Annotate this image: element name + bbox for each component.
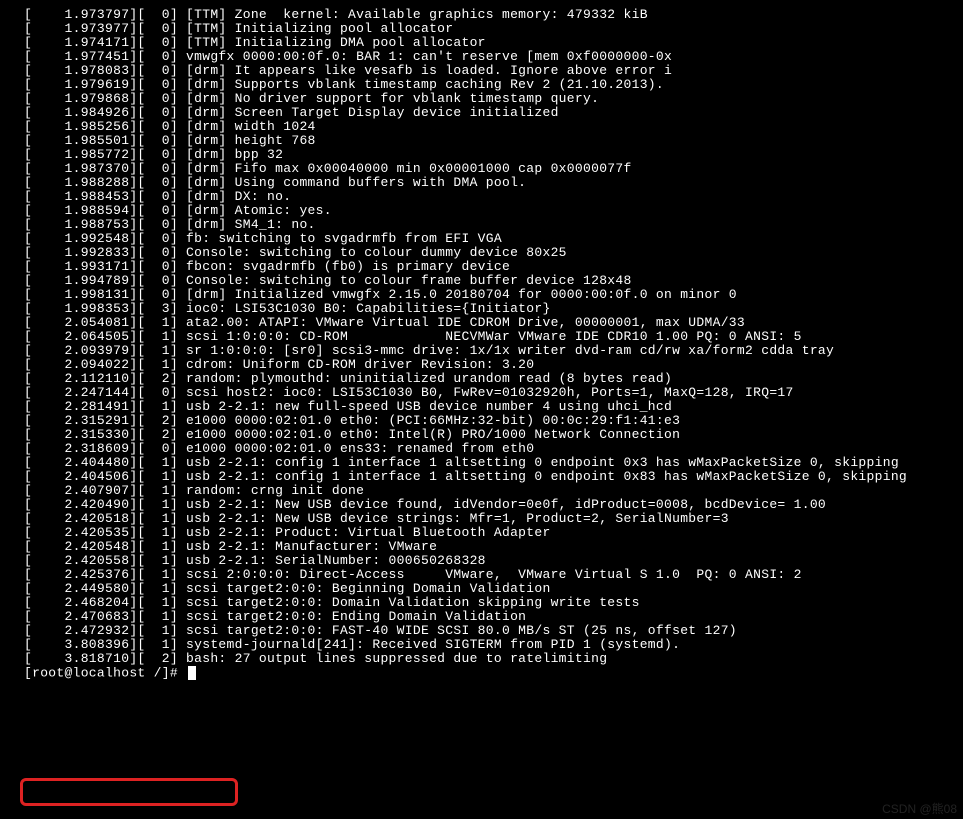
log-line: [ 2.470683][ 1] scsi target2:0:0: Ending… [24,610,963,624]
log-line: [ 2.449580][ 1] scsi target2:0:0: Beginn… [24,582,963,596]
log-line: [ 2.247144][ 0] scsi host2: ioc0: LSI53C… [24,386,963,400]
log-line: [ 1.979868][ 0] [drm] No driver support … [24,92,963,106]
log-line: [ 1.998353][ 3] ioc0: LSI53C1030 B0: Cap… [24,302,963,316]
prompt-text: [root@localhost /]# [24,665,186,680]
log-line: [ 3.808396][ 1] systemd-journald[241]: R… [24,638,963,652]
log-line: [ 2.472932][ 1] scsi target2:0:0: FAST-4… [24,624,963,638]
log-line: [ 2.281491][ 1] usb 2-2.1: new full-spee… [24,400,963,414]
kernel-boot-log: [ 1.973797][ 0] [TTM] Zone kernel: Avail… [0,0,963,680]
log-line: [ 1.984926][ 0] [drm] Screen Target Disp… [24,106,963,120]
log-line: [ 2.054081][ 1] ata2.00: ATAPI: VMware V… [24,316,963,330]
log-line: [ 2.425376][ 1] scsi 2:0:0:0: Direct-Acc… [24,568,963,582]
log-line: [ 2.407907][ 1] random: crng init done [24,484,963,498]
log-line: [ 1.988594][ 0] [drm] Atomic: yes. [24,204,963,218]
log-line: [ 1.988753][ 0] [drm] SM4_1: no. [24,218,963,232]
log-line: [ 1.973797][ 0] [TTM] Zone kernel: Avail… [24,8,963,22]
log-line: [ 2.468204][ 1] scsi target2:0:0: Domain… [24,596,963,610]
log-line: [ 2.112110][ 2] random: plymouthd: unini… [24,372,963,386]
log-line: [ 2.420518][ 1] usb 2-2.1: New USB devic… [24,512,963,526]
log-line: [ 2.094022][ 1] cdrom: Uniform CD-ROM dr… [24,358,963,372]
watermark-text: CSDN @熊08 [882,800,957,817]
log-line: [ 1.985772][ 0] [drm] bpp 32 [24,148,963,162]
log-line: [ 3.818710][ 2] bash: 27 output lines su… [24,652,963,666]
log-line: [ 1.992548][ 0] fb: switching to svgadrm… [24,232,963,246]
log-line: [ 1.979619][ 0] [drm] Supports vblank ti… [24,78,963,92]
log-line: [ 2.064505][ 1] scsi 1:0:0:0: CD-ROM NEC… [24,330,963,344]
log-line: [ 1.992833][ 0] Console: switching to co… [24,246,963,260]
log-line: [ 2.404506][ 1] usb 2-2.1: config 1 inte… [24,470,963,484]
shell-prompt[interactable]: [root@localhost /]# [24,666,963,680]
log-line: [ 2.318609][ 0] e1000 0000:02:01.0 ens33… [24,442,963,456]
log-line: [ 2.420535][ 1] usb 2-2.1: Product: Virt… [24,526,963,540]
log-line: [ 1.987370][ 0] [drm] Fifo max 0x0004000… [24,162,963,176]
log-line: [ 1.973977][ 0] [TTM] Initializing pool … [24,22,963,36]
log-line: [ 1.988453][ 0] [drm] DX: no. [24,190,963,204]
cursor-icon [188,666,196,680]
log-line: [ 2.093979][ 1] sr 1:0:0:0: [sr0] scsi3-… [24,344,963,358]
log-line: [ 1.994789][ 0] Console: switching to co… [24,274,963,288]
log-line: [ 1.985256][ 0] [drm] width 1024 [24,120,963,134]
log-line: [ 1.993171][ 0] fbcon: svgadrmfb (fb0) i… [24,260,963,274]
log-line: [ 2.420558][ 1] usb 2-2.1: SerialNumber:… [24,554,963,568]
log-line: [ 1.988288][ 0] [drm] Using command buff… [24,176,963,190]
prompt-highlight-box [20,778,238,806]
log-line: [ 1.974171][ 0] [TTM] Initializing DMA p… [24,36,963,50]
log-line: [ 1.998131][ 0] [drm] Initialized vmwgfx… [24,288,963,302]
log-line: [ 1.985501][ 0] [drm] height 768 [24,134,963,148]
log-line: [ 2.315291][ 2] e1000 0000:02:01.0 eth0:… [24,414,963,428]
log-line: [ 2.315330][ 2] e1000 0000:02:01.0 eth0:… [24,428,963,442]
log-line: [ 2.404480][ 1] usb 2-2.1: config 1 inte… [24,456,963,470]
log-line: [ 2.420490][ 1] usb 2-2.1: New USB devic… [24,498,963,512]
log-line: [ 2.420548][ 1] usb 2-2.1: Manufacturer:… [24,540,963,554]
log-line: [ 1.978083][ 0] [drm] It appears like ve… [24,64,963,78]
log-line: [ 1.977451][ 0] vmwgfx 0000:00:0f.0: BAR… [24,50,963,64]
